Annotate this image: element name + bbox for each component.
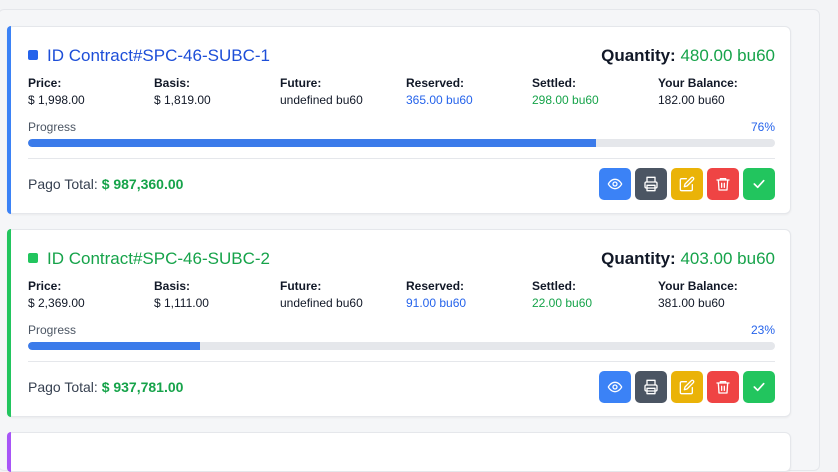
progress-fill bbox=[28, 139, 596, 147]
quantity: Quantity: 480.00 bu60 bbox=[601, 45, 775, 67]
card-accent-bar bbox=[7, 26, 11, 214]
stat-price: Price: $ 1,998.00 bbox=[28, 76, 148, 108]
stat-label: Basis: bbox=[154, 279, 191, 293]
progress-percent: 76% bbox=[750, 120, 775, 134]
pago-total: Pago Total: $ 987,360.00 bbox=[28, 176, 183, 192]
contract-card bbox=[7, 432, 791, 472]
quantity: Quantity: 403.00 bu60 bbox=[601, 248, 775, 270]
view-button[interactable] bbox=[599, 371, 631, 403]
pago-total: Pago Total: $ 937,781.00 bbox=[28, 379, 183, 395]
stat-value: 365.00 bu60 bbox=[406, 93, 473, 107]
stat-label: Basis: bbox=[154, 76, 191, 90]
stat-value: $ 1,998.00 bbox=[28, 93, 85, 107]
confirm-button[interactable] bbox=[743, 168, 775, 200]
stat-price: Price: $ 2,369.00 bbox=[28, 279, 148, 311]
progress-fill bbox=[28, 342, 200, 350]
trash-icon bbox=[716, 178, 730, 191]
pago-amount: $ 987,360.00 bbox=[101, 176, 184, 192]
quantity-label: Quantity: bbox=[601, 46, 676, 65]
delete-button[interactable] bbox=[707, 168, 739, 200]
stat-value: undefined bu60 bbox=[280, 296, 363, 310]
trash-icon bbox=[716, 381, 730, 394]
edit-button[interactable] bbox=[671, 168, 703, 200]
card-accent-bar bbox=[7, 432, 11, 472]
stat-reserved: Reserved: 91.00 bu60 bbox=[406, 279, 526, 311]
stat-reserved: Reserved: 365.00 bu60 bbox=[406, 76, 526, 108]
pago-label: Pago Total: bbox=[28, 176, 98, 192]
stat-settled: Settled: 22.00 bu60 bbox=[532, 279, 652, 311]
progress-label: Progress bbox=[28, 323, 77, 337]
view-button[interactable] bbox=[599, 168, 631, 200]
quantity-label: Quantity: bbox=[601, 249, 676, 268]
stat-value: 182.00 bu60 bbox=[658, 93, 725, 107]
pago-label: Pago Total: bbox=[28, 379, 98, 395]
print-button[interactable] bbox=[635, 371, 667, 403]
contract-stats: Price: $ 1,998.00 Basis: $ 1,819.00 Future… bbox=[28, 76, 788, 108]
stat-label: Settled: bbox=[532, 279, 577, 293]
eye-icon bbox=[607, 381, 623, 393]
stat-label: Your Balance: bbox=[658, 76, 738, 90]
contract-title[interactable]: ID Contract#SPC-46-SUBC-2 bbox=[47, 248, 270, 270]
pago-amount: $ 937,781.00 bbox=[101, 379, 184, 395]
progress-label: Progress bbox=[28, 120, 77, 134]
stat-label: Price: bbox=[28, 279, 62, 293]
printer-icon bbox=[644, 176, 658, 192]
eye-icon bbox=[607, 178, 623, 190]
stat-basis: Basis: $ 1,819.00 bbox=[154, 76, 274, 108]
stat-label: Future: bbox=[280, 279, 322, 293]
status-dot bbox=[28, 50, 38, 60]
contract-stats: Price: $ 2,369.00 Basis: $ 1,111.00 Future… bbox=[28, 279, 788, 311]
contract-card: ID Contract#SPC-46-SUBC-2 Quantity: 403.… bbox=[7, 229, 791, 417]
status-dot bbox=[28, 253, 38, 263]
quantity-value: 403.00 bu60 bbox=[680, 249, 775, 268]
progress-percent: 23% bbox=[750, 323, 775, 337]
stat-label: Settled: bbox=[532, 76, 577, 90]
quantity-value: 480.00 bu60 bbox=[680, 46, 775, 65]
progress-bar bbox=[28, 139, 775, 147]
divider bbox=[28, 158, 775, 159]
printer-icon bbox=[644, 379, 658, 395]
stat-label: Your Balance: bbox=[658, 279, 738, 293]
contract-title[interactable]: ID Contract#SPC-46-SUBC-1 bbox=[47, 45, 270, 67]
divider bbox=[28, 361, 775, 362]
card-accent-bar bbox=[7, 229, 11, 417]
stat-balance: Your Balance: 381.00 bu60 bbox=[658, 279, 778, 311]
edit-icon bbox=[679, 379, 695, 395]
stat-value: 91.00 bu60 bbox=[406, 296, 467, 310]
check-icon bbox=[753, 179, 765, 189]
stat-label: Future: bbox=[280, 76, 322, 90]
contract-card: ID Contract#SPC-46-SUBC-1 Quantity: 480.… bbox=[7, 26, 791, 214]
stat-balance: Your Balance: 182.00 bu60 bbox=[658, 76, 778, 108]
edit-icon bbox=[679, 176, 695, 192]
stat-value: $ 1,111.00 bbox=[154, 296, 209, 310]
stat-label: Reserved: bbox=[406, 279, 465, 293]
stat-future: Future: undefined bu60 bbox=[280, 76, 400, 108]
stat-future: Future: undefined bu60 bbox=[280, 279, 400, 311]
stat-value: undefined bu60 bbox=[280, 93, 363, 107]
stat-basis: Basis: $ 1,111.00 bbox=[154, 279, 274, 311]
print-button[interactable] bbox=[635, 168, 667, 200]
check-icon bbox=[753, 382, 765, 392]
confirm-button[interactable] bbox=[743, 371, 775, 403]
edit-button[interactable] bbox=[671, 371, 703, 403]
stat-label: Price: bbox=[28, 76, 62, 90]
stat-value: $ 1,819.00 bbox=[154, 93, 211, 107]
action-buttons bbox=[595, 371, 775, 403]
stat-value: 22.00 bu60 bbox=[532, 296, 593, 310]
stat-label: Reserved: bbox=[406, 76, 465, 90]
stat-value: $ 2,369.00 bbox=[28, 296, 85, 310]
progress-bar bbox=[28, 342, 775, 350]
stat-value: 381.00 bu60 bbox=[658, 296, 725, 310]
stat-value: 298.00 bu60 bbox=[532, 93, 599, 107]
stat-settled: Settled: 298.00 bu60 bbox=[532, 76, 652, 108]
action-buttons bbox=[595, 168, 775, 200]
delete-button[interactable] bbox=[707, 371, 739, 403]
